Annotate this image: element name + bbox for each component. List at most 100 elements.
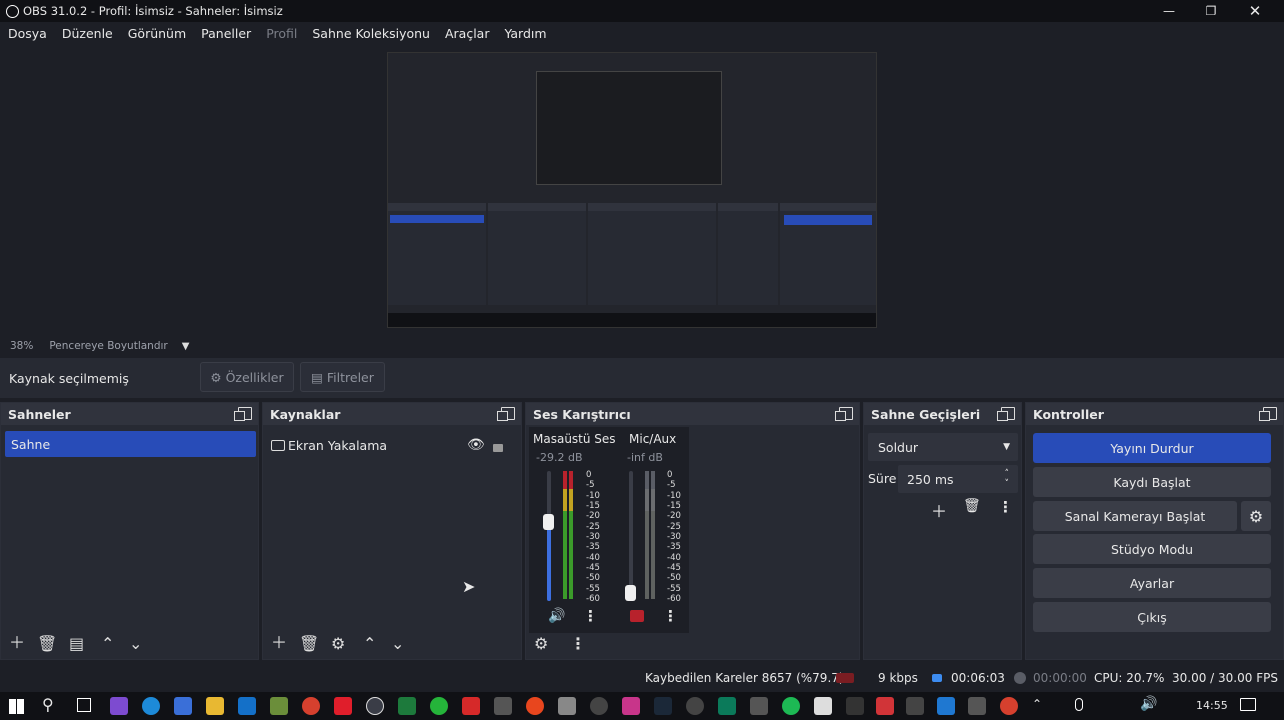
edge-icon[interactable] xyxy=(142,697,160,715)
speaker-icon[interactable]: 🔊 xyxy=(1140,696,1157,712)
start-virtual-camera-button[interactable]: Sanal Kamerayı Başlat xyxy=(1033,501,1237,531)
zoom-mode[interactable]: Pencereye Boyutlandır xyxy=(49,340,167,352)
notification-icon[interactable] xyxy=(1240,698,1256,711)
app-icon[interactable] xyxy=(526,697,544,715)
task-view-icon[interactable] xyxy=(77,698,91,712)
speaker-icon[interactable]: 🔊 xyxy=(548,608,565,624)
app-icon[interactable] xyxy=(846,697,864,715)
filter-icon[interactable]: ▤ xyxy=(69,634,84,653)
settings-button[interactable]: Ayarlar xyxy=(1033,568,1271,598)
duration-spinbox[interactable]: 250 ms ˄ ˅ xyxy=(898,465,1018,493)
chevron-up-icon[interactable]: ⌃ xyxy=(363,634,376,653)
menu-profil[interactable]: Profil xyxy=(266,26,297,41)
advanced-audio-icon[interactable]: ⚙ xyxy=(534,634,548,653)
app-icon[interactable] xyxy=(462,697,480,715)
more-icon[interactable]: ⋮ xyxy=(663,607,678,625)
app-icon[interactable] xyxy=(750,697,768,715)
search-icon[interactable]: ⚲ xyxy=(42,695,54,714)
tray-chevron-icon[interactable]: ⌃ xyxy=(1032,697,1042,711)
preview-canvas[interactable] xyxy=(387,52,877,328)
instagram-icon[interactable] xyxy=(622,697,640,715)
studio-mode-button[interactable]: Stüdyo Modu xyxy=(1033,534,1271,564)
muted-mic-icon[interactable] xyxy=(630,610,644,622)
mixer-header: Ses Karıştırıcı xyxy=(526,403,859,425)
app-icon[interactable] xyxy=(814,697,832,715)
explorer-icon[interactable] xyxy=(206,697,224,715)
chevron-up-icon[interactable]: ⌃ xyxy=(101,634,114,653)
app-icon[interactable] xyxy=(968,697,986,715)
chevron-down-icon[interactable]: ⌄ xyxy=(129,634,142,653)
more-icon[interactable]: ⋮ xyxy=(570,634,586,653)
menu-paneller[interactable]: Paneller xyxy=(201,26,251,41)
menu-dosya[interactable]: Dosya xyxy=(8,26,47,41)
dropped-frames: Kaybedilen Kareler 8657 (%79.7) xyxy=(645,671,844,685)
properties-button[interactable]: ⚙ Özellikler xyxy=(200,362,294,392)
openai-icon[interactable] xyxy=(590,697,608,715)
steam-icon[interactable] xyxy=(654,697,672,715)
transition-select[interactable]: Soldur ▼ xyxy=(868,433,1018,461)
trash-icon[interactable]: 🗑 xyxy=(299,634,319,653)
excel-icon[interactable] xyxy=(398,697,416,715)
duration-value: 250 ms xyxy=(907,471,954,487)
app-icon[interactable] xyxy=(110,697,128,715)
desktop-volume-slider[interactable] xyxy=(543,471,554,601)
spin-arrows-icon[interactable]: ˄ ˅ xyxy=(1005,469,1010,489)
float-icon[interactable] xyxy=(1259,407,1277,421)
trash-icon[interactable]: 🗑 xyxy=(963,498,981,514)
pdf-icon[interactable] xyxy=(876,697,894,715)
app-icon[interactable] xyxy=(686,697,704,715)
start-record-button[interactable]: Kaydı Başlat xyxy=(1033,467,1271,497)
float-icon[interactable] xyxy=(835,407,853,421)
menu-duzenle[interactable]: Düzenle xyxy=(62,26,113,41)
more-icon[interactable]: ⋮ xyxy=(998,498,1013,516)
add-icon[interactable]: ＋ xyxy=(9,629,25,653)
close-button[interactable]: ✕ xyxy=(1233,0,1277,22)
vcam-settings-button[interactable]: ⚙ xyxy=(1241,501,1271,531)
outlook-icon[interactable] xyxy=(238,697,256,715)
pen-icon[interactable] xyxy=(494,697,512,715)
lock-icon[interactable] xyxy=(493,444,503,452)
unity-icon[interactable] xyxy=(906,697,924,715)
vscode-icon[interactable] xyxy=(937,697,955,715)
clock[interactable]: 14:55 xyxy=(1196,699,1228,712)
whatsapp-icon[interactable] xyxy=(430,697,448,715)
add-icon[interactable]: ＋ xyxy=(931,498,947,522)
stream-icon xyxy=(932,674,942,682)
store-icon[interactable] xyxy=(174,697,192,715)
minecraft-icon[interactable] xyxy=(270,697,288,715)
meter-tick-label: -45 xyxy=(667,563,681,573)
trash-icon[interactable]: 🗑 xyxy=(37,634,57,653)
chevron-down-icon[interactable]: ▼ xyxy=(182,341,190,352)
menu-gorunum[interactable]: Görünüm xyxy=(128,26,186,41)
float-icon[interactable] xyxy=(234,407,252,421)
mic-volume-slider[interactable] xyxy=(625,471,636,601)
youtube-icon[interactable] xyxy=(334,697,352,715)
chrome-icon[interactable] xyxy=(302,697,320,715)
add-icon[interactable]: ＋ xyxy=(271,629,287,653)
spotify-icon[interactable] xyxy=(782,697,800,715)
float-icon[interactable] xyxy=(997,407,1015,421)
meter-tick-label: -25 xyxy=(586,521,600,532)
float-icon[interactable] xyxy=(497,407,515,421)
source-item[interactable]: Ekran Yakalama 👁 xyxy=(271,435,511,455)
filters-button[interactable]: ▤ Filtreler xyxy=(300,362,385,392)
scene-item[interactable]: Sahne xyxy=(5,431,256,457)
stop-stream-button[interactable]: Yayını Durdur xyxy=(1033,433,1271,463)
exit-button[interactable]: Çıkış xyxy=(1033,602,1271,632)
menu-sahne-koleksiyonu[interactable]: Sahne Koleksiyonu xyxy=(312,26,430,41)
eye-icon[interactable]: 👁 xyxy=(467,437,485,453)
obs-icon[interactable] xyxy=(366,697,384,715)
app-icon[interactable] xyxy=(718,697,736,715)
windows-start-icon[interactable] xyxy=(9,699,24,714)
app-icon[interactable] xyxy=(558,697,576,715)
more-icon[interactable]: ⋮ xyxy=(583,607,598,625)
microphone-icon[interactable] xyxy=(1075,698,1083,711)
chevron-down-icon[interactable]: ⌄ xyxy=(391,634,404,653)
nested-panel xyxy=(780,203,876,305)
menu-araclar[interactable]: Araçlar xyxy=(445,26,490,41)
restore-button[interactable]: ❐ xyxy=(1189,0,1233,22)
minimize-button[interactable]: — xyxy=(1147,0,1191,22)
chrome-icon[interactable] xyxy=(1000,697,1018,715)
menu-yardim[interactable]: Yardım xyxy=(504,26,546,41)
gear-icon[interactable]: ⚙ xyxy=(331,634,345,653)
